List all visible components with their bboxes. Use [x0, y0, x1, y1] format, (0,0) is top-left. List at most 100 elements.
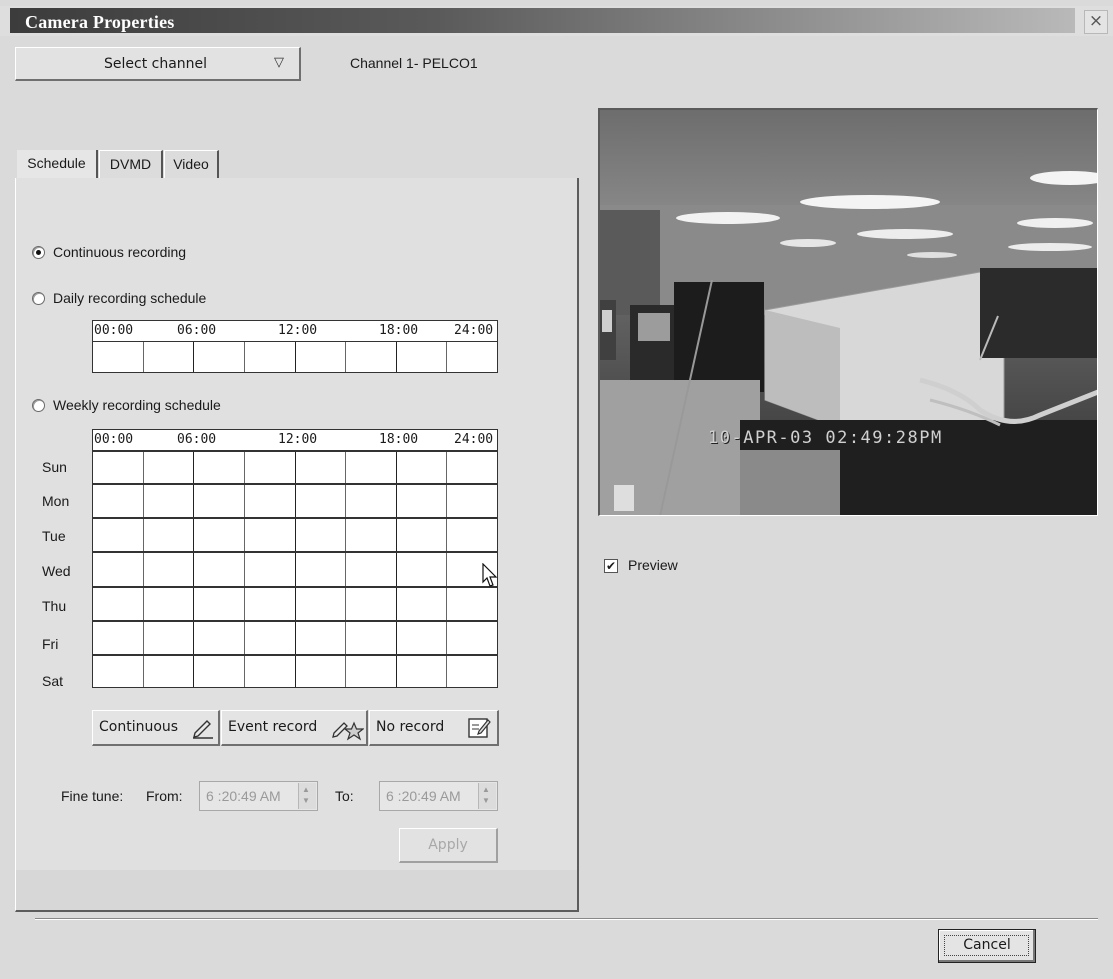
schedule-cell[interactable]	[397, 553, 448, 586]
schedule-cell[interactable]	[397, 485, 448, 517]
schedule-cell[interactable]	[245, 622, 296, 654]
schedule-cell[interactable]	[296, 519, 347, 551]
schedule-cell[interactable]	[144, 485, 195, 517]
spin-up-icon[interactable]: ▲	[302, 785, 310, 794]
schedule-cell[interactable]	[346, 452, 397, 483]
schedule-cell[interactable]	[245, 485, 296, 517]
schedule-cell[interactable]	[397, 622, 448, 654]
schedule-cell[interactable]	[93, 342, 144, 372]
schedule-cell[interactable]	[346, 519, 397, 551]
schedule-cell[interactable]	[397, 588, 448, 620]
schedule-cell[interactable]	[346, 485, 397, 517]
schedule-cell[interactable]	[296, 588, 347, 620]
schedule-cell[interactable]	[346, 553, 397, 586]
schedule-cell[interactable]	[447, 588, 497, 620]
schedule-cell[interactable]	[397, 519, 448, 551]
spin-up-icon[interactable]: ▲	[482, 785, 490, 794]
schedule-cell[interactable]	[194, 519, 245, 551]
camera-preview-image	[600, 110, 1097, 515]
schedule-cell[interactable]	[144, 553, 195, 586]
schedule-cell[interactable]	[144, 342, 195, 372]
schedule-cell[interactable]	[93, 519, 144, 551]
weekly-row-sun[interactable]	[92, 451, 498, 484]
schedule-cell[interactable]	[296, 342, 347, 372]
spin-down-icon[interactable]: ▼	[302, 796, 310, 805]
schedule-cell[interactable]	[194, 622, 245, 654]
to-time-value: 6 :20:49 AM	[386, 788, 461, 804]
schedule-cell[interactable]	[245, 452, 296, 483]
schedule-cell[interactable]	[245, 519, 296, 551]
tab-schedule[interactable]: Schedule	[17, 150, 98, 180]
weekly-row-mon[interactable]	[92, 484, 498, 518]
schedule-cell[interactable]	[144, 588, 195, 620]
continuous-mode-button[interactable]: Continuous	[92, 710, 220, 746]
schedule-cell[interactable]	[447, 656, 497, 687]
title-bar: Camera Properties ×	[0, 6, 1113, 36]
weekly-recording-radio[interactable]	[32, 399, 45, 412]
schedule-cell[interactable]	[346, 342, 397, 372]
schedule-cell[interactable]	[447, 452, 497, 483]
schedule-cell[interactable]	[397, 342, 448, 372]
spin-down-icon[interactable]: ▼	[482, 796, 490, 805]
schedule-cell[interactable]	[93, 553, 144, 586]
weekly-row-thu[interactable]	[92, 587, 498, 621]
schedule-cell[interactable]	[296, 485, 347, 517]
schedule-cell[interactable]	[93, 452, 144, 483]
continuous-recording-radio[interactable]	[32, 246, 45, 259]
schedule-cell[interactable]	[93, 485, 144, 517]
mouse-cursor-icon	[482, 562, 498, 592]
schedule-cell[interactable]	[346, 656, 397, 687]
schedule-cell[interactable]	[144, 519, 195, 551]
schedule-cell[interactable]	[245, 588, 296, 620]
to-time-spinner[interactable]: ▲ ▼	[478, 783, 496, 809]
schedule-cell[interactable]	[245, 553, 296, 586]
schedule-cell[interactable]	[296, 622, 347, 654]
schedule-cell[interactable]	[194, 485, 245, 517]
schedule-cell[interactable]	[194, 588, 245, 620]
cancel-button[interactable]: Cancel	[938, 929, 1036, 963]
schedule-cell[interactable]	[447, 485, 497, 517]
schedule-cell[interactable]	[245, 656, 296, 687]
schedule-cell[interactable]	[447, 519, 497, 551]
schedule-cell[interactable]	[447, 342, 497, 372]
from-time-spinner[interactable]: ▲ ▼	[298, 783, 316, 809]
schedule-cell[interactable]	[296, 553, 347, 586]
tab-video[interactable]: Video	[164, 150, 219, 180]
schedule-cell[interactable]	[397, 656, 448, 687]
schedule-cell[interactable]	[194, 342, 245, 372]
select-channel-dropdown[interactable]: Select channel ▽	[15, 47, 301, 81]
weekly-row-fri[interactable]	[92, 621, 498, 655]
time-tick: 06:00	[177, 432, 217, 447]
panel-footer-shade	[16, 870, 577, 910]
schedule-cell[interactable]	[447, 622, 497, 654]
weekly-row-sat[interactable]	[92, 655, 498, 688]
schedule-cell[interactable]	[144, 656, 195, 687]
daily-schedule-row[interactable]	[92, 341, 498, 373]
to-time-input[interactable]: 6 :20:49 AM ▲ ▼	[379, 781, 498, 811]
schedule-cell[interactable]	[346, 588, 397, 620]
schedule-cell[interactable]	[93, 622, 144, 654]
weekly-row-tue[interactable]	[92, 518, 498, 552]
day-label-tue: Tue	[42, 528, 66, 544]
preview-checkbox[interactable]: ✔	[604, 559, 618, 573]
schedule-cell[interactable]	[194, 656, 245, 687]
schedule-cell[interactable]	[93, 588, 144, 620]
schedule-cell[interactable]	[397, 452, 448, 483]
schedule-cell[interactable]	[93, 656, 144, 687]
apply-button[interactable]: Apply	[399, 828, 498, 863]
schedule-cell[interactable]	[144, 452, 195, 483]
weekly-row-wed[interactable]	[92, 552, 498, 587]
schedule-cell[interactable]	[296, 656, 347, 687]
no-record-mode-button[interactable]: No record	[369, 710, 499, 746]
schedule-cell[interactable]	[144, 622, 195, 654]
daily-recording-radio[interactable]	[32, 292, 45, 305]
close-button[interactable]: ×	[1084, 10, 1108, 34]
tab-dvmd[interactable]: DVMD	[99, 150, 163, 180]
schedule-cell[interactable]	[346, 622, 397, 654]
schedule-cell[interactable]	[194, 553, 245, 586]
from-time-input[interactable]: 6 :20:49 AM ▲ ▼	[199, 781, 318, 811]
schedule-cell[interactable]	[296, 452, 347, 483]
schedule-cell[interactable]	[194, 452, 245, 483]
event-record-mode-button[interactable]: Event record	[221, 710, 368, 746]
schedule-cell[interactable]	[245, 342, 296, 372]
